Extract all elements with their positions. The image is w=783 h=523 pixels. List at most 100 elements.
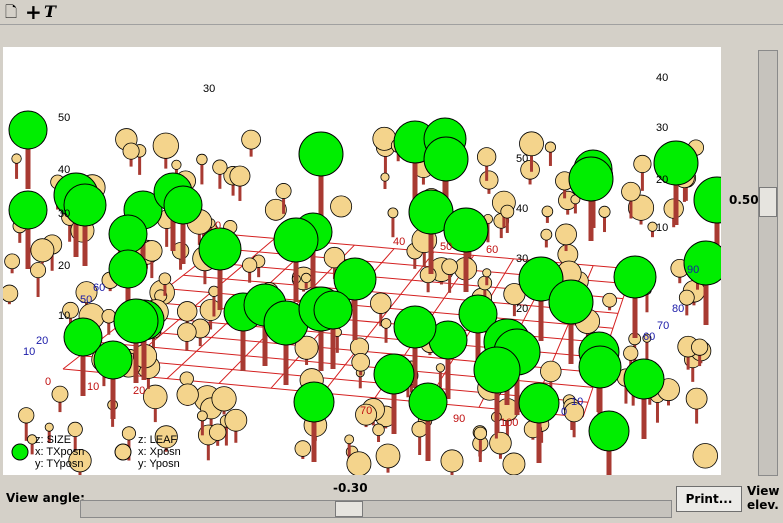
tan-tree-crown [158, 272, 172, 285]
view-elevation-slider-thumb[interactable] [759, 187, 777, 217]
y-axis-tick-label: 20 [36, 335, 48, 347]
x-axis-tick-label: 70 [360, 405, 372, 417]
x-axis-tick-label: 90 [453, 413, 465, 425]
tan-tree-crown [152, 132, 179, 159]
tan-tree-crown [344, 434, 355, 445]
z-axis-tick-label: 20 [516, 303, 528, 315]
plus-icon[interactable]: + [25, 2, 42, 22]
tan-tree-crown [411, 421, 428, 438]
green-tree-crown [408, 382, 448, 422]
x-axis-tick-label: 100 [500, 417, 518, 429]
z-axis-tick-label: 10 [656, 222, 668, 234]
tan-tree-crown [176, 301, 198, 322]
x-axis-tick-label: 40 [393, 236, 405, 248]
y-axis-tick-label: 10 [571, 396, 583, 408]
x-axis-tick-label: 0 [45, 376, 51, 388]
view-angle-slider[interactable] [80, 500, 672, 518]
green-tree-crown [273, 217, 319, 263]
legend-text: z: LEAF [138, 434, 177, 446]
tan-tree-crown [370, 292, 392, 314]
tan-tree-crown [598, 205, 611, 218]
tan-tree-crown [623, 345, 639, 361]
z-axis-tick-label: 40 [516, 203, 528, 215]
view-elevation-slider[interactable] [758, 50, 778, 476]
view-elev-value: 0.50 [729, 193, 759, 207]
z-axis-tick-label: 30 [516, 253, 528, 265]
y-axis-tick-label: 70 [657, 320, 669, 332]
view-elev-label: View elev. [747, 484, 780, 512]
tan-tree-crown [177, 322, 197, 342]
print-button[interactable]: Print... [676, 486, 742, 512]
legend-text: y: TYposn [35, 458, 84, 470]
tan-tree-crown [541, 205, 554, 218]
x-axis-tick-label: 10 [87, 381, 99, 393]
view-angle-slider-thumb[interactable] [335, 501, 363, 517]
y-axis-tick-label: 50 [80, 294, 92, 306]
y-axis-tick-label: 90 [687, 264, 699, 276]
plot-area[interactable]: 30 50 40 30 20 10 40 30 20 10 50 40 30 20 0 40 50 60 10 20 7… [3, 47, 721, 475]
tan-tree-crown [275, 183, 292, 199]
text-tool-icon[interactable]: T [44, 3, 56, 21]
legend-text: y: Yposn [138, 458, 180, 470]
tan-tree-crown [441, 258, 458, 276]
tan-tree-crown [229, 165, 251, 187]
green-tree-crown [293, 381, 335, 423]
tan-tree-crown [540, 360, 562, 383]
green-tree-crown [373, 353, 415, 395]
tan-tree-crown [122, 142, 140, 160]
legend-text: x: Xposn [138, 446, 181, 458]
green-tree-crown [693, 176, 721, 224]
tan-tree-crown [685, 387, 708, 410]
green-tree-crown [473, 346, 521, 394]
green-tree-crown [113, 298, 159, 344]
tan-tree-crown [241, 129, 261, 150]
3d-tree-plot: 3050403020104030201050403020040 50 6010 207… [3, 72, 721, 475]
green-tree-crown [623, 358, 665, 400]
tan-tree-crown [477, 147, 497, 167]
y-axis-tick-label: 60 [643, 331, 655, 343]
z-axis-tick-label: 10 [58, 310, 70, 322]
tan-tree-crown [633, 154, 652, 174]
tan-tree-crown [4, 253, 20, 270]
legend-text: x: TXposn [35, 446, 84, 458]
z-axis-tick-label: 50 [58, 112, 70, 124]
toolbar: 🗋 + T [0, 0, 783, 25]
tan-tree-crown [387, 207, 399, 219]
green-tree-crown [568, 156, 614, 202]
green-tree-crown [63, 183, 107, 227]
green-tree-crown [518, 382, 560, 424]
tan-tree-crown [540, 228, 553, 241]
tan-tree-crown [372, 423, 385, 436]
tan-tree-crown [171, 159, 182, 170]
tan-tree-crown [224, 408, 248, 432]
tan-tree-crown [375, 443, 401, 469]
tan-tree-crown [621, 181, 641, 202]
tan-tree-crown [555, 223, 577, 246]
tan-tree-crown [30, 262, 47, 279]
z-axis-tick-label: 50 [516, 153, 528, 165]
tan-tree-crown [11, 153, 22, 164]
green-tree-crown [588, 410, 630, 452]
tan-tree-crown [30, 238, 55, 263]
tan-tree-crown [346, 451, 372, 475]
tan-tree-crown [440, 449, 464, 473]
green-tree-crown [613, 255, 657, 299]
legend-green-swatch [11, 443, 29, 461]
new-page-icon[interactable]: 🗋 [5, 3, 17, 21]
tan-tree-crown [176, 383, 199, 406]
tan-tree-crown [477, 275, 493, 291]
tan-tree-crown [211, 386, 237, 412]
green-tree-crown [298, 131, 344, 177]
tan-tree-crown [479, 170, 499, 190]
x-axis-tick-label: 60 [486, 244, 498, 256]
tan-tree-crown [301, 272, 312, 283]
z-axis-tick-label: 40 [58, 164, 70, 176]
tan-tree-crown [212, 159, 228, 175]
green-tree-crown [548, 279, 594, 325]
green-tree-crown [683, 240, 721, 286]
tan-tree-crown [196, 153, 208, 166]
x-axis-tick-label: 50 [440, 241, 452, 253]
legend-text: z: SIZE [35, 434, 71, 446]
x-axis-tick-label: 0 [215, 220, 221, 232]
view-angle-label: View angle: [6, 491, 85, 505]
